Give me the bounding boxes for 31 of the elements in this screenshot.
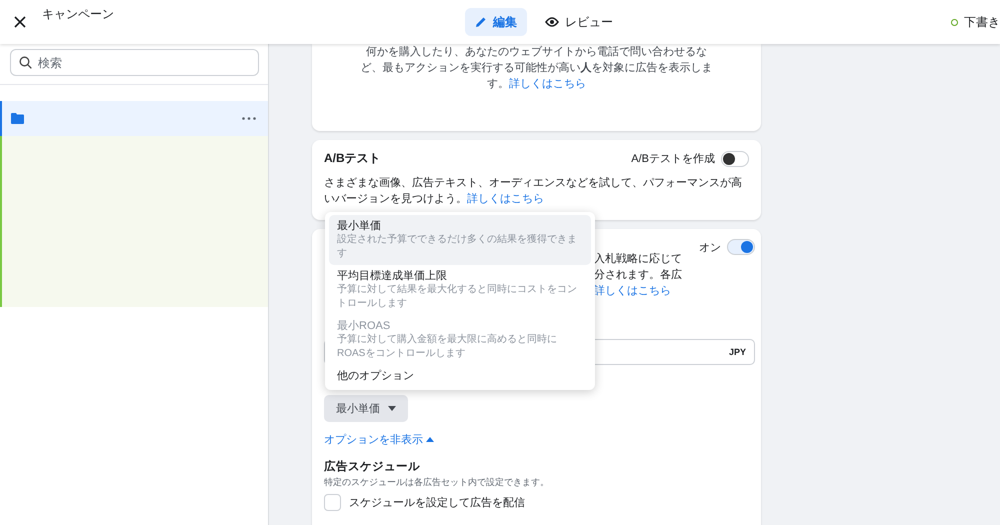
learn-more-link[interactable]: 詳しくはこちら [467,193,544,205]
learn-more-link[interactable]: 詳しくはこちら [509,78,586,90]
checkbox-label: スケジュールを設定して広告を配信 [349,496,525,510]
dropdown-option[interactable]: 最小単価 設定された予算でできるだけ多くの結果を獲得できます [329,215,591,265]
schedule-checkbox[interactable] [324,494,341,511]
window-title: キャンペーン [42,6,114,23]
ab-test-description: さまざまな画像、広告テキスト、オーディエンスなどを試して、パフォーマンスが高いバージョンを見つけよう。詳しくはこちら [324,176,743,207]
budget-toggle[interactable] [727,239,755,255]
card-title: A/Bテスト [324,150,381,167]
folder-icon [11,113,24,124]
status-dot [951,19,958,26]
search-field[interactable]: 検索 [10,49,259,76]
ab-test-toggle[interactable] [721,150,749,166]
objective-description: 何かを購入したり、あなたのウェブサイトから電話で問い合わせるな ど、最もアクションを実行する可能性が高い人を対象に広告を表示しま す。詳しくはこちら [360,44,714,92]
pencil-icon [475,16,487,28]
eye-icon [545,17,559,27]
toggle-label: オン [699,240,721,254]
status-label: 下書き [964,14,1000,31]
section-title: 広告スケジュール [324,459,421,474]
bid-strategy-select[interactable]: 最小単価 [324,395,408,422]
campaign-row[interactable] [0,101,268,136]
close-icon [14,16,26,28]
more-icon[interactable] [242,117,256,120]
tab[interactable]: レビュー [535,8,623,36]
hide-options-link[interactable]: オプションを非表示 [324,432,434,447]
toggle-label: A/Bテストを作成 [631,152,715,166]
currency-label: JPY [728,347,746,357]
caret-icon [426,437,434,442]
schedule-note: 特定のスケジュールは各広告セット内で設定できます。 [324,476,550,489]
tab[interactable]: 編集 [465,8,527,36]
caret-icon [388,406,396,411]
